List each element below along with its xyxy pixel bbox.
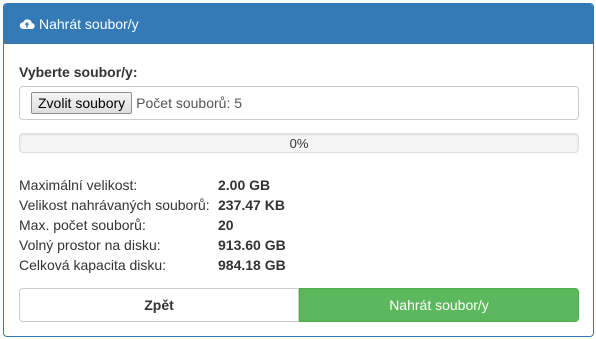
info-label: Maximální velikost:	[19, 177, 138, 193]
panel-title: Nahrát soubor/y	[39, 16, 139, 32]
file-select-label: Vyberte soubor/y:	[19, 64, 138, 80]
upload-progress-bar: 0%	[19, 133, 579, 153]
cloud-upload-icon	[19, 17, 35, 31]
info-row-max-size: Maximální velikost: 2.00 GB	[19, 175, 286, 195]
progress-percent: 0%	[289, 135, 309, 151]
info-label: Max. počet souborů:	[19, 217, 146, 233]
info-label: Volný prostor na disku:	[19, 237, 161, 253]
info-row-free-space: Volný prostor na disku: 913.60 GB	[19, 235, 286, 255]
file-input[interactable]: Zvolit soubory Počet souborů: 5	[19, 86, 579, 120]
upload-info-table: Maximální velikost: 2.00 GB Velikost nah…	[19, 175, 286, 275]
info-value: 20	[218, 217, 234, 233]
info-row-upload-size: Velikost nahrávaných souborů: 237.47 KB	[19, 195, 286, 215]
action-buttons: Zpět Nahrát soubor/y	[19, 288, 579, 322]
choose-files-button[interactable]: Zvolit soubory	[31, 92, 133, 114]
info-value: 2.00 GB	[218, 177, 271, 193]
info-row-total-capacity: Celková kapacita disku: 984.18 GB	[19, 255, 286, 275]
back-button[interactable]: Zpět	[19, 288, 299, 322]
info-row-max-count: Max. počet souborů: 20	[19, 215, 286, 235]
upload-panel: Nahrát soubor/y Vyberte soubor/y: Zvolit…	[3, 3, 594, 337]
file-count-text: Počet souborů: 5	[136, 95, 243, 111]
info-value: 237.47 KB	[218, 197, 285, 213]
info-label: Velikost nahrávaných souborů:	[19, 197, 210, 213]
upload-button[interactable]: Nahrát soubor/y	[299, 288, 579, 322]
panel-header: Nahrát soubor/y	[4, 4, 593, 44]
info-label: Celková kapacita disku:	[19, 257, 167, 273]
info-value: 913.60 GB	[218, 237, 286, 253]
info-value: 984.18 GB	[218, 257, 286, 273]
